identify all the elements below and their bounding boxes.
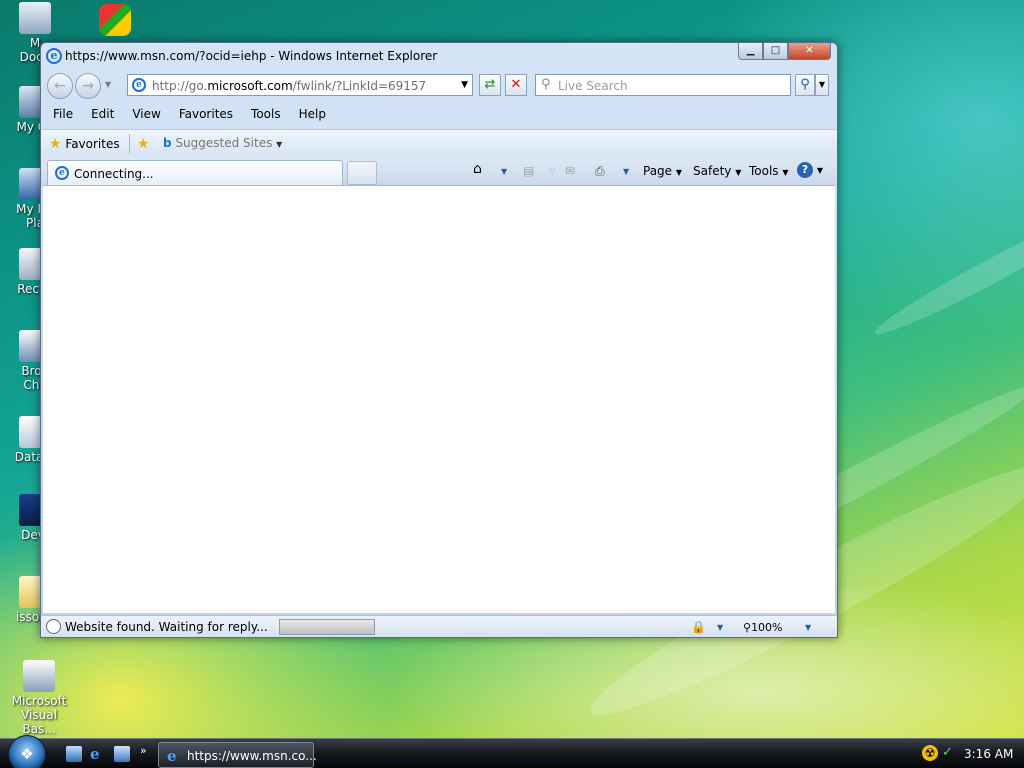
forward-arrow-icon[interactable]: → (75, 73, 101, 99)
home-dropdown-icon[interactable]: ▼ (501, 167, 507, 176)
page-menu[interactable]: Page ▼ (643, 164, 682, 178)
menu-edit[interactable]: Edit (91, 103, 114, 125)
zoom-value: 100% (751, 621, 783, 634)
ie-loading-icon: e (55, 166, 69, 180)
address-dropdown-icon[interactable]: ▼ (461, 80, 468, 90)
system-tray: ☢ ✓ 3:16 AM (918, 739, 1024, 768)
navigation-bar: ← → ▼ e http://go.microsoft.com/fwlink/?… (45, 71, 833, 101)
app-shortcut-icon (99, 4, 131, 36)
tab-label: Connecting... (74, 167, 154, 181)
radiation-icon[interactable]: ☢ (922, 745, 938, 761)
suggested-sites-button[interactable]: b Suggested Sites ▼ (163, 136, 282, 150)
search-options-dropdown[interactable]: ▼ (815, 74, 829, 96)
clock[interactable]: 3:16 AM (964, 747, 1013, 761)
menu-bar: File Edit View Favorites Tools Help (41, 103, 837, 125)
desktop-icon-label: Microsoft Visual Bas... (11, 694, 67, 736)
add-to-favorites-bar-button[interactable]: ★ (137, 136, 150, 152)
back-arrow-icon[interactable]: ← (47, 73, 73, 99)
clock-icon (46, 619, 61, 634)
taskbar-button-label: https://www.msn.co... (187, 749, 317, 763)
tools-menu-label: Tools (749, 164, 779, 178)
refresh-button[interactable]: ⇄ (479, 74, 501, 96)
safety-menu[interactable]: Safety ▼ (693, 164, 741, 178)
page-content[interactable] (43, 185, 835, 613)
wallpaper-streak (869, 200, 1024, 344)
favorites-label: Favorites (65, 137, 120, 151)
menu-tools[interactable]: Tools (251, 103, 281, 125)
menu-view[interactable]: View (132, 103, 160, 125)
tab-connecting[interactable]: e Connecting... (47, 160, 343, 185)
home-icon[interactable]: ⌂ (473, 161, 482, 177)
toolbar-separator (129, 134, 130, 154)
print-icon[interactable]: ⎙ (595, 164, 605, 179)
taskbar-button-ie[interactable]: e https://www.msn.co... (158, 742, 317, 768)
search-placeholder: Live Search (558, 79, 628, 93)
ie-quicklaunch-icon[interactable]: e (90, 746, 106, 762)
switch-windows-icon[interactable] (114, 746, 130, 762)
minimize-button[interactable]: ▁ (738, 43, 763, 60)
help-menu[interactable]: ? ▼ (797, 162, 823, 178)
zoom-dropdown-icon[interactable]: ▼ (805, 623, 811, 632)
bing-icon: b (163, 136, 172, 150)
show-desktop-icon[interactable] (66, 746, 82, 762)
tab-row: e Connecting... ⌂ ▼ ▤ ▽ ✉ ⎙ ▼ Page ▼ Saf… (41, 157, 837, 185)
menu-help[interactable]: Help (299, 103, 326, 125)
safety-menu-label: Safety (693, 164, 732, 178)
suggested-sites-label: Suggested Sites (175, 136, 273, 150)
close-button[interactable]: ✕ (788, 43, 831, 60)
maximize-button[interactable]: □ (763, 43, 788, 60)
feeds-icon[interactable]: ▤ (523, 164, 534, 178)
favorites-button[interactable]: ★ Favorites (49, 136, 120, 152)
print-dropdown-icon[interactable]: ▼ (623, 167, 629, 176)
protected-mode-dropdown-icon[interactable]: ▼ (717, 623, 723, 632)
window-title: https://www.msn.com/?ocid=iehp - Windows… (65, 49, 438, 63)
new-tab-button[interactable] (347, 161, 377, 185)
address-text: http://go.microsoft.com/fwlink/?LinkId=6… (152, 79, 427, 93)
history-dropdown-icon[interactable]: ▼ (105, 80, 111, 89)
address-bar[interactable]: e http://go.microsoft.com/fwlink/?LinkId… (127, 74, 473, 96)
zoom-level[interactable]: ⚲100% (743, 621, 783, 634)
help-icon: ? (797, 162, 813, 178)
taskbar: ❖ e » e https://www.msn.co... ☢ ✓ 3:16 A… (0, 735, 1024, 768)
start-button[interactable]: ❖ (8, 735, 46, 768)
desktop-icon-visual-basic[interactable]: Microsoft Visual Bas... (4, 660, 74, 736)
quicklaunch-overflow-icon[interactable]: » (140, 744, 147, 757)
page-icon: e (132, 78, 146, 92)
mail-icon[interactable]: ✉ (565, 164, 575, 178)
chevron-down-icon: ▼ (675, 168, 683, 177)
title-bar[interactable]: e https://www.msn.com/?ocid=iehp - Windo… (41, 43, 837, 67)
menu-file[interactable]: File (53, 103, 73, 125)
chevron-down-icon: ▼ (276, 140, 283, 149)
status-text: Website found. Waiting for reply... (65, 620, 268, 634)
feeds-dropdown-icon[interactable]: ▽ (549, 167, 555, 176)
protected-mode-icon[interactable]: 🔒 (691, 620, 706, 634)
favorites-bar: ★ Favorites ★ b Suggested Sites ▼ (41, 129, 837, 157)
network-status-icon[interactable]: ✓ (942, 745, 953, 760)
zoom-magnifier-icon: ⚲ (743, 621, 752, 634)
stop-button[interactable]: ✕ (505, 74, 527, 96)
chevron-down-icon: ▼ (735, 168, 742, 177)
progress-bar (279, 619, 375, 635)
status-bar: Website found. Waiting for reply... 🔒 ▼ … (41, 615, 837, 637)
window-controls: ▁ □ ✕ (738, 43, 831, 60)
ie-icon: e (167, 747, 177, 765)
ie-window[interactable]: e https://www.msn.com/?ocid=iehp - Windo… (40, 42, 838, 638)
desktop-icon-app[interactable] (80, 4, 150, 38)
tools-menu[interactable]: Tools ▼ (749, 164, 789, 178)
menu-favorites[interactable]: Favorites (179, 103, 233, 125)
star-icon: ★ (49, 136, 62, 152)
documents-icon (19, 2, 51, 34)
chevron-down-icon: ▼ (782, 168, 789, 177)
search-magnifier-icon: ⚲ (541, 77, 551, 92)
page-menu-label: Page (643, 164, 673, 178)
search-button[interactable]: ⚲ (795, 74, 815, 96)
visual-basic-icon (23, 660, 55, 692)
search-input[interactable]: ⚲ Live Search (535, 74, 791, 96)
ie-icon: e (46, 48, 62, 64)
chevron-down-icon: ▼ (816, 166, 823, 175)
